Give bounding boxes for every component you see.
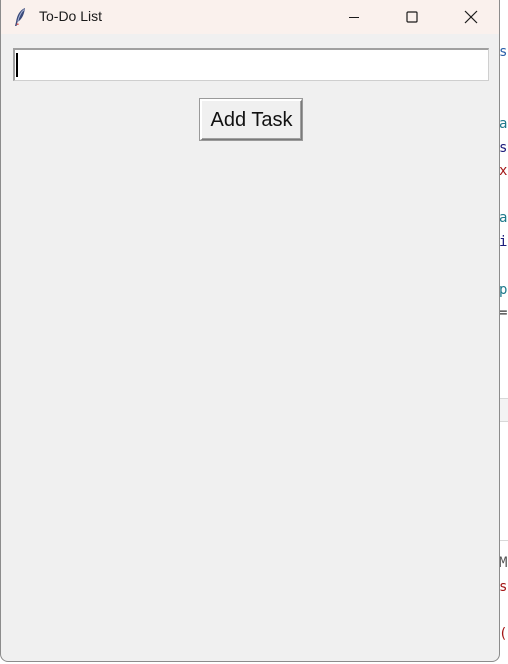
editor-glyph: a: [499, 210, 508, 226]
editor-glyph: =: [499, 305, 508, 321]
editor-glyph: x: [499, 163, 508, 179]
close-icon: [464, 10, 478, 24]
task-input[interactable]: [13, 48, 489, 81]
editor-divider: [500, 398, 508, 422]
maximize-button[interactable]: [389, 0, 435, 34]
editor-glyph: p: [499, 282, 508, 298]
feather-icon: [15, 8, 25, 26]
editor-glyph: s: [499, 579, 508, 595]
editor-glyph: a: [499, 116, 508, 132]
title-bar[interactable]: To-Do List: [1, 0, 499, 34]
editor-glyph: s: [499, 140, 508, 156]
editor-glyph: M: [499, 555, 508, 571]
add-task-button[interactable]: Add Task: [200, 99, 302, 140]
window-title: To-Do List: [39, 8, 103, 24]
close-button[interactable]: [448, 0, 494, 34]
editor-glyph: i: [499, 234, 508, 250]
maximize-icon: [406, 11, 418, 23]
editor-glyph: s: [499, 44, 508, 60]
minimize-icon: [349, 17, 359, 18]
todo-window: To-Do List Add Task: [0, 0, 500, 662]
editor-glyph: (: [499, 626, 508, 642]
editor-divider: [500, 540, 508, 541]
minimize-button[interactable]: [331, 0, 377, 34]
text-cursor: [16, 53, 18, 77]
